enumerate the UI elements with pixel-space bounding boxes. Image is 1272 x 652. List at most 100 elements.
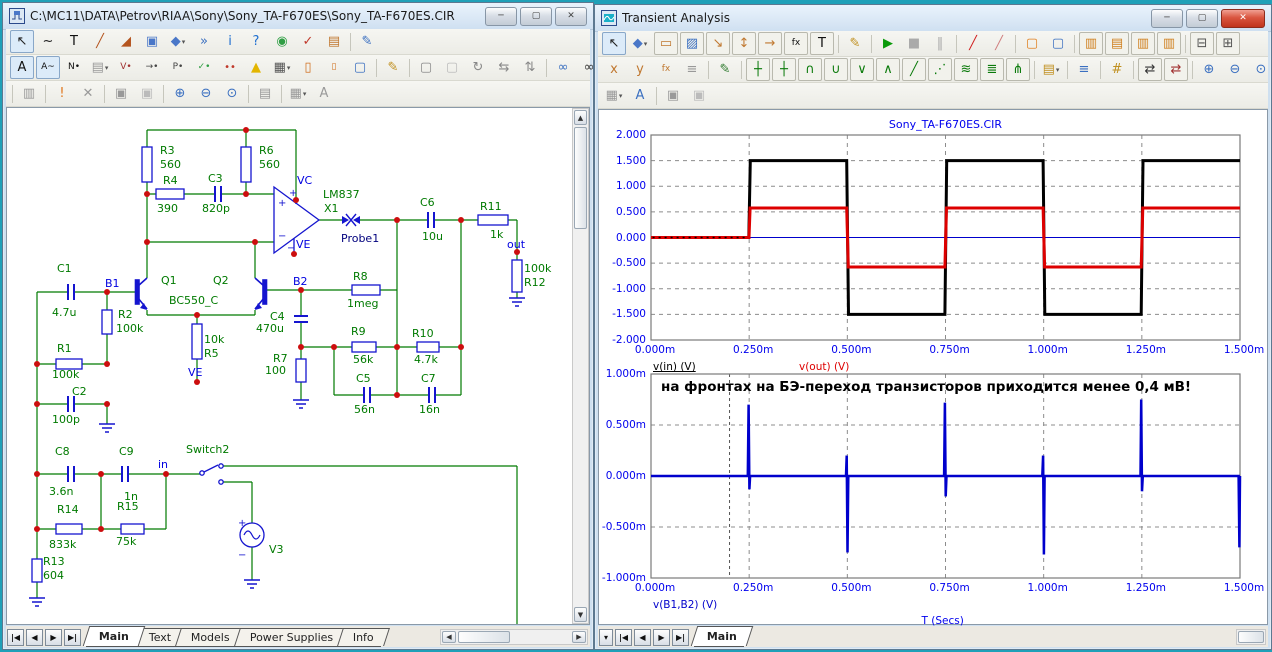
hscroll-thumb[interactable] bbox=[458, 631, 510, 643]
scroll-left-button[interactable]: ◀ bbox=[442, 631, 456, 643]
text-mode[interactable]: T bbox=[62, 30, 86, 53]
zoom-in[interactable]: ⊕ bbox=[168, 82, 192, 105]
scroll-up-button[interactable]: ▲ bbox=[574, 110, 587, 125]
rotate[interactable]: ↻ bbox=[466, 56, 490, 79]
page-copy[interactable]: ▤▾ bbox=[88, 56, 112, 79]
wire-mode[interactable]: ~ bbox=[36, 30, 60, 53]
plot-group-2[interactable]: ▤ bbox=[1105, 32, 1129, 55]
go-to-branch[interactable]: ≋ bbox=[954, 58, 978, 81]
edit-waveform[interactable]: ✎ bbox=[713, 58, 737, 81]
animate-options[interactable]: ╱ bbox=[961, 32, 985, 55]
text-mode[interactable]: T bbox=[810, 32, 834, 55]
first-page-button[interactable]: |◀ bbox=[7, 629, 24, 646]
current-toggle[interactable]: →• bbox=[140, 56, 164, 79]
overlay-plot[interactable]: ⊞ bbox=[1216, 32, 1240, 55]
pan-mode[interactable]: → bbox=[758, 32, 782, 55]
node-numbers-toggle[interactable]: N• bbox=[62, 56, 86, 79]
line-mode[interactable]: ╱ bbox=[88, 30, 112, 53]
next-page-button[interactable]: ▶ bbox=[45, 629, 62, 646]
legend-v(in)[interactable]: v(in) (V) bbox=[653, 361, 696, 373]
clear-region[interactable]: ▢ bbox=[440, 56, 464, 79]
analysis-titlebar[interactable]: Transient Analysis ─▢✕ bbox=[595, 5, 1271, 32]
tab-power-supplies[interactable]: Power Supplies bbox=[234, 628, 349, 646]
zoom-100[interactable]: ⊙ bbox=[1249, 58, 1272, 81]
tab-info[interactable]: Info bbox=[337, 628, 390, 646]
font[interactable]: A bbox=[628, 84, 652, 107]
analysis-hscrollbar[interactable] bbox=[1236, 629, 1266, 645]
tab-main[interactable]: Main bbox=[83, 626, 145, 646]
cursor-horizontal[interactable]: ┼ bbox=[746, 58, 770, 81]
close-button[interactable]: ✕ bbox=[1221, 9, 1265, 28]
select-graph-region[interactable]: ▢ bbox=[1046, 32, 1070, 55]
last-page-button[interactable]: ▶| bbox=[672, 629, 689, 646]
maximize-button[interactable]: ▢ bbox=[1186, 9, 1218, 28]
plot-group-1[interactable]: ▥ bbox=[1079, 32, 1103, 55]
single-plot[interactable]: ⊟ bbox=[1190, 32, 1214, 55]
copy-back[interactable]: ▣ bbox=[135, 82, 159, 105]
check-nodes[interactable]: ✓ bbox=[296, 30, 320, 53]
page-list-button[interactable]: ▾ bbox=[599, 629, 613, 646]
scale-mode[interactable]: ▭ bbox=[654, 32, 678, 55]
grid-options[interactable]: ▦▾ bbox=[602, 84, 626, 107]
prev-page-button[interactable]: ◀ bbox=[26, 629, 43, 646]
tracker-cursor[interactable]: ⇄ bbox=[1138, 58, 1162, 81]
border-toggle[interactable]: ▯ bbox=[296, 56, 320, 79]
scroll-right-button[interactable]: ▶ bbox=[572, 631, 586, 643]
box-region[interactable]: ▢ bbox=[414, 56, 438, 79]
zoom-out[interactable]: ⊖ bbox=[1223, 58, 1247, 81]
shape-gallery[interactable]: ◆▾ bbox=[628, 32, 652, 55]
numeric-output[interactable]: ≡ bbox=[1072, 58, 1096, 81]
attribute-value-toggle[interactable]: A~ bbox=[36, 56, 60, 79]
flag-mode[interactable]: » bbox=[192, 30, 216, 53]
plot-group-4[interactable]: ▥ bbox=[1157, 32, 1181, 55]
legend-v(out)[interactable]: v(out) (V) bbox=[799, 361, 849, 373]
schematic-vscrollbar[interactable]: ▲ ▼ bbox=[572, 108, 589, 624]
scope-region[interactable]: ▢ bbox=[1020, 32, 1044, 55]
properties[interactable]: ✎ bbox=[381, 56, 405, 79]
zoom-out[interactable]: ⊖ bbox=[194, 82, 218, 105]
x-axis-settings[interactable]: x bbox=[602, 58, 626, 81]
go-to-peak[interactable]: ∩ bbox=[798, 58, 822, 81]
attribute-text-toggle[interactable]: A bbox=[10, 56, 34, 79]
run[interactable]: ▶ bbox=[876, 32, 900, 55]
power-toggle[interactable]: P• bbox=[166, 56, 190, 79]
node-voltage-toggle[interactable]: V• bbox=[114, 56, 138, 79]
properties[interactable]: ✎ bbox=[843, 32, 867, 55]
plot-panel[interactable]: 0.000m0.250m0.500m0.750m1.000m1.250m1.50… bbox=[598, 109, 1268, 625]
page-navigate[interactable]: ▥ bbox=[17, 82, 41, 105]
warning-toggle[interactable]: ▲ bbox=[244, 56, 268, 79]
page-image[interactable]: ▤ bbox=[253, 82, 277, 105]
condition-toggle[interactable]: ✓• bbox=[192, 56, 216, 79]
schematic-hscrollbar[interactable]: ◀ ▶ bbox=[440, 629, 588, 645]
zoom-in-mode[interactable]: ↘ bbox=[706, 32, 730, 55]
plot-group-3[interactable]: ▥ bbox=[1131, 32, 1155, 55]
find-component[interactable]: ∞ bbox=[551, 56, 575, 79]
hscroll-thumb[interactable] bbox=[1238, 631, 1264, 643]
prev-page-button[interactable]: ◀ bbox=[634, 629, 651, 646]
go-to-inflection[interactable]: ⋰ bbox=[928, 58, 952, 81]
minimize-button[interactable]: ─ bbox=[485, 7, 517, 26]
legend-v(B1,B2)[interactable]: v(B1,B2) (V) bbox=[653, 599, 717, 611]
picture-mode[interactable]: ▣ bbox=[140, 30, 164, 53]
font[interactable]: A bbox=[312, 82, 336, 105]
go-to-valley[interactable]: ∪ bbox=[824, 58, 848, 81]
first-page-button[interactable]: |◀ bbox=[615, 629, 632, 646]
cursor-vertical[interactable]: ┼ bbox=[772, 58, 796, 81]
stop[interactable]: ■ bbox=[902, 32, 926, 55]
remove-errors[interactable]: ✕ bbox=[76, 82, 100, 105]
format-menu[interactable]: ≡ bbox=[680, 58, 704, 81]
y-axis-settings[interactable]: y bbox=[628, 58, 652, 81]
select-tool[interactable]: ↖ bbox=[602, 32, 626, 55]
fx-settings[interactable]: fx bbox=[654, 58, 678, 81]
help-mode[interactable]: ? bbox=[244, 30, 268, 53]
select-tool[interactable]: ↖ bbox=[10, 30, 34, 53]
info-mode[interactable]: i bbox=[218, 30, 242, 53]
tag-branch[interactable]: ≣ bbox=[980, 58, 1004, 81]
copy-back[interactable]: ▣ bbox=[687, 84, 711, 107]
clipboard-copy[interactable]: ▤▾ bbox=[1039, 58, 1063, 81]
cursor-mode[interactable]: ▨ bbox=[680, 32, 704, 55]
zoom-y-mode[interactable]: ↕ bbox=[732, 32, 756, 55]
select-rectangle[interactable]: ▢ bbox=[348, 56, 372, 79]
zoom-100[interactable]: ⊙ bbox=[220, 82, 244, 105]
maximize-button[interactable]: ▢ bbox=[520, 7, 552, 26]
